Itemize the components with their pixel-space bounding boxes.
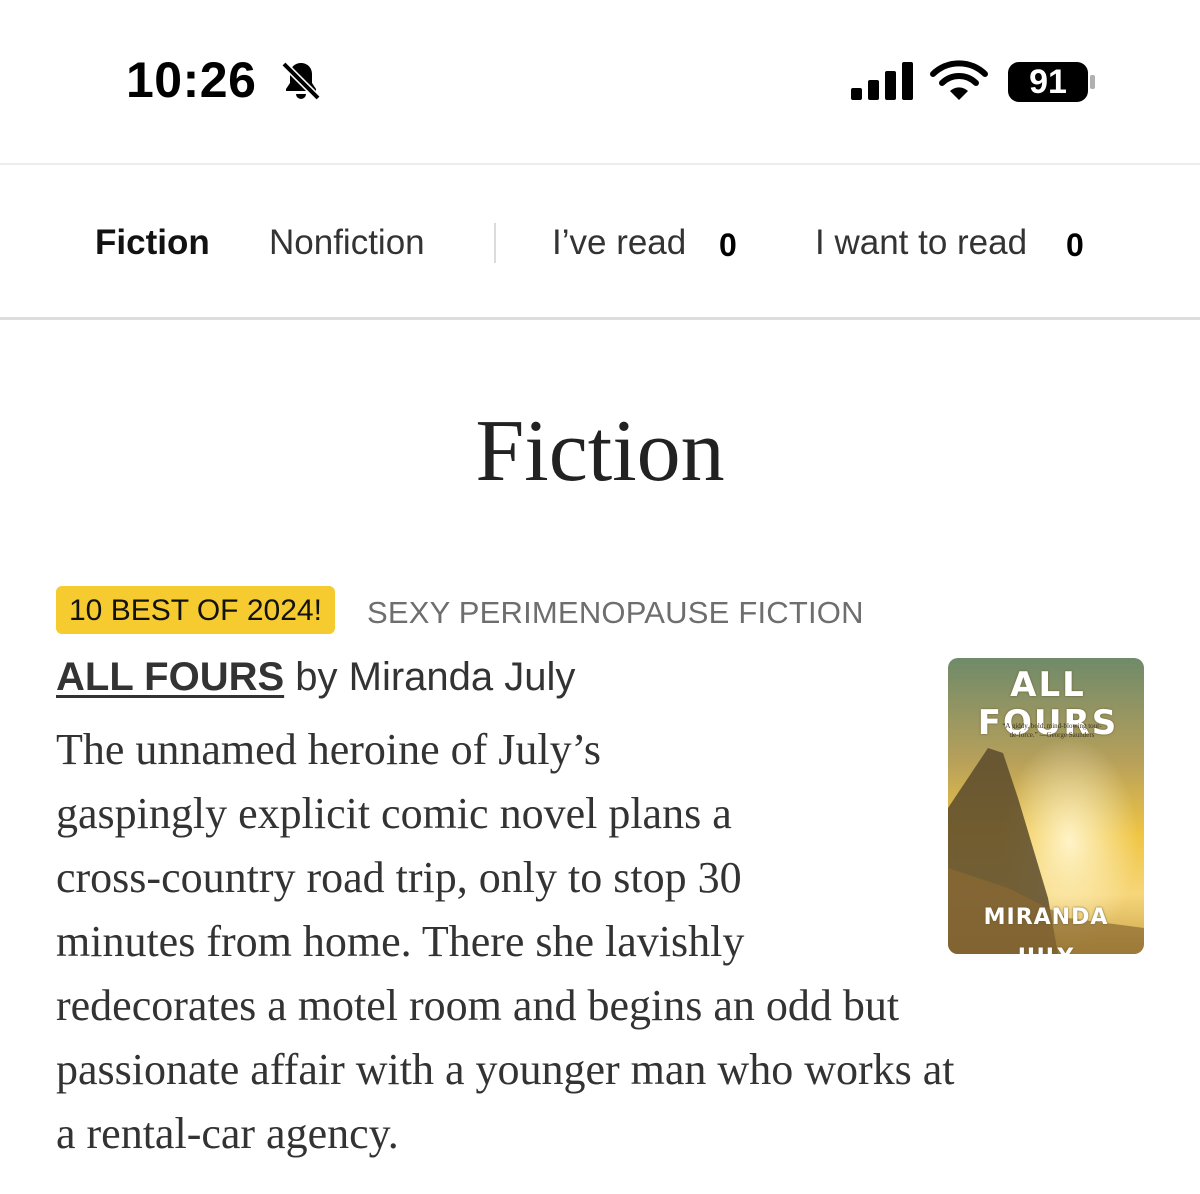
status-bar: 10:26 91 bbox=[0, 0, 1200, 165]
want-to-read-count: 0 bbox=[1066, 227, 1084, 263]
book-description: The unnamed heroine of July’s gaspingly … bbox=[56, 718, 955, 1166]
description-line: a rental-car agency. bbox=[56, 1109, 399, 1158]
description-line: passionate affair with a younger man who… bbox=[56, 1045, 955, 1094]
description-line: cross-country road trip, only to stop 30 bbox=[56, 853, 742, 902]
description-line: minutes from home. There she lavishly bbox=[56, 917, 745, 966]
description-line: gaspingly explicit comic novel plans a bbox=[56, 789, 732, 838]
book-category: SEXY PERIMENOPAUSE FICTION bbox=[367, 595, 864, 630]
page-title: Fiction bbox=[475, 403, 725, 500]
tab-ive-read[interactable]: I’ve read bbox=[552, 223, 686, 263]
book-byline: by Miranda July bbox=[284, 655, 576, 699]
cover-blurb: “A giddy, bold, mind-blowing tour-de-for… bbox=[1002, 722, 1102, 739]
tab-nonfiction[interactable]: Nonfiction bbox=[269, 223, 425, 263]
tab-fiction[interactable]: Fiction bbox=[95, 223, 210, 263]
status-time: 10:26 bbox=[126, 52, 257, 108]
tabbar-divider bbox=[0, 317, 1200, 320]
tab-want-to-read[interactable]: I want to read bbox=[815, 223, 1027, 263]
tab-separator bbox=[494, 223, 496, 263]
cellular-signal-icon bbox=[851, 62, 913, 100]
best-of-badge: 10 BEST OF 2024! bbox=[56, 586, 335, 634]
list-tabs: Fiction Nonfiction I’ve read 0 I want to… bbox=[0, 165, 1200, 320]
cover-author-text: MIRANDA JULY bbox=[983, 905, 1109, 954]
wifi-icon bbox=[930, 60, 988, 100]
bell-slash-icon bbox=[281, 61, 321, 101]
description-line: redecorates a motel room and begins an o… bbox=[56, 981, 900, 1030]
book-title-link[interactable]: ALL FOURS bbox=[56, 655, 284, 699]
description-line: The unnamed heroine of July’s bbox=[56, 725, 601, 774]
book-cover-image[interactable]: ALL FOURS “A giddy, bold, mind-blowing t… bbox=[948, 658, 1144, 954]
battery-level: 91 bbox=[1029, 63, 1067, 101]
ive-read-count: 0 bbox=[719, 227, 737, 263]
book-heading: ALL FOURS by Miranda July bbox=[56, 652, 575, 702]
battery-icon: 91 bbox=[1008, 60, 1096, 104]
